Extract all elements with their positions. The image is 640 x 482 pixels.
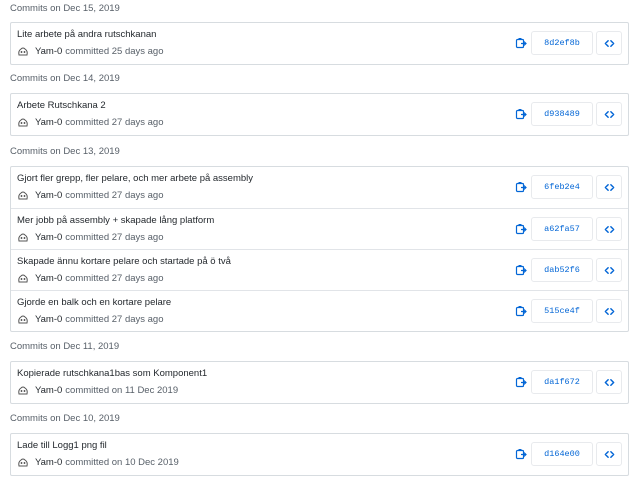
author-link[interactable]: Yam-0 [35,46,62,57]
commit-sha-button[interactable]: 8d2ef8b [531,31,593,55]
commit-group-header: Commits on Dec 11, 2019 [10,341,120,352]
commit-time: committed 25 days ago [65,46,164,57]
author-link[interactable]: Yam-0 [35,117,62,128]
clipboard-icon[interactable] [515,304,527,317]
code-icon [604,109,615,120]
commit-row: Skapade ännu kortare pelare och startade… [11,249,628,290]
browse-repo-button[interactable] [596,370,622,394]
commit-sha-button[interactable]: 6feb2e4 [531,175,593,199]
identicon-avatar[interactable] [17,116,29,129]
commit-meta: Yam-0 committed 25 days ago [17,45,164,58]
commit-time: committed 27 days ago [65,314,164,325]
commit-message-link[interactable]: Mer jobb på assembly + skapade lång plat… [17,215,214,226]
code-icon [604,182,615,193]
code-icon [604,377,615,388]
commit-sha-button[interactable]: da1f672 [531,370,593,394]
commit-sha-button[interactable]: dab52f6 [531,258,593,282]
author-link[interactable]: Yam-0 [35,190,62,201]
commit-row: Mer jobb på assembly + skapade lång plat… [11,208,628,249]
commit-group-header: Commits on Dec 10, 2019 [10,413,120,424]
clipboard-icon[interactable] [515,180,527,193]
commit-group: Lade till Logg1 png fil Yam-0 committed on… [10,433,629,476]
commit-message-link[interactable]: Arbete Rutschkana 2 [17,100,106,111]
commit-sha-button[interactable]: a62fa57 [531,217,593,241]
author-link[interactable]: Yam-0 [35,457,62,468]
commit-group: Lite arbete på andra rutschkanan Yam-0 com… [10,22,629,65]
commit-message-link[interactable]: Skapade ännu kortare pelare och startade… [17,256,231,267]
commit-group-header: Commits on Dec 14, 2019 [10,73,120,84]
commit-time: committed 27 days ago [65,190,164,201]
commit-meta: Yam-0 committed on 10 Dec 2019 [17,456,179,469]
author-link[interactable]: Yam-0 [35,273,62,284]
commit-row: Lite arbete på andra rutschkanan Yam-0 com… [11,23,628,64]
code-icon [604,265,615,276]
identicon-avatar[interactable] [17,189,29,202]
clipboard-icon[interactable] [515,375,527,388]
commit-time: committed on 11 Dec 2019 [65,385,179,396]
commit-group: Arbete Rutschkana 2 Yam-0 committed 27 day… [10,93,629,136]
commit-message-link[interactable]: Lite arbete på andra rutschkanan [17,29,156,40]
clipboard-icon[interactable] [515,107,527,120]
identicon-avatar[interactable] [17,45,29,58]
browse-repo-button[interactable] [596,442,622,466]
commit-time: committed 27 days ago [65,117,164,128]
code-icon [604,224,615,235]
clipboard-icon[interactable] [515,447,527,460]
author-link[interactable]: Yam-0 [35,385,62,396]
commit-sha-button[interactable]: d164e00 [531,442,593,466]
commit-meta: Yam-0 committed 27 days ago [17,116,164,129]
browse-repo-button[interactable] [596,102,622,126]
commit-meta: Yam-0 committed 27 days ago [17,231,164,244]
commit-time: committed 27 days ago [65,273,164,284]
identicon-avatar[interactable] [17,384,29,397]
commit-meta: Yam-0 committed 27 days ago [17,313,164,326]
commit-time: committed 27 days ago [65,232,164,243]
commit-row: Lade till Logg1 png fil Yam-0 committed on… [11,434,628,475]
browse-repo-button[interactable] [596,217,622,241]
browse-repo-button[interactable] [596,258,622,282]
commit-message-link[interactable]: Lade till Logg1 png fil [17,440,107,451]
author-link[interactable]: Yam-0 [35,232,62,243]
code-icon [604,449,615,460]
clipboard-icon[interactable] [515,222,527,235]
commit-meta: Yam-0 committed 27 days ago [17,272,164,285]
commit-row: Gjorde en balk och en kortare pelare Yam-… [11,290,628,331]
commit-meta: Yam-0 committed on 11 Dec 2019 [17,384,178,397]
clipboard-icon[interactable] [515,36,527,49]
commit-message-link[interactable]: Gjort fler grepp, fler pelare, och mer a… [17,173,253,184]
commit-row: Arbete Rutschkana 2 Yam-0 committed 27 day… [11,94,628,135]
clipboard-icon[interactable] [515,263,527,276]
browse-repo-button[interactable] [596,31,622,55]
commit-group-header: Commits on Dec 13, 2019 [10,146,120,157]
code-icon [604,306,615,317]
commit-meta: Yam-0 committed 27 days ago [17,189,164,202]
commit-row: Gjort fler grepp, fler pelare, och mer a… [11,167,628,208]
commit-sha-button[interactable]: d938489 [531,102,593,126]
commit-group-header: Commits on Dec 15, 2019 [10,3,120,14]
identicon-avatar[interactable] [17,272,29,285]
commit-message-link[interactable]: Gjorde en balk och en kortare pelare [17,297,171,308]
commit-time: committed on 10 Dec 2019 [65,457,179,468]
identicon-avatar[interactable] [17,231,29,244]
identicon-avatar[interactable] [17,313,29,326]
commit-message-link[interactable]: Kopierade rutschkana1bas som Komponent1 [17,368,207,379]
commit-group: Kopierade rutschkana1bas som Komponent1 Y… [10,361,629,404]
browse-repo-button[interactable] [596,175,622,199]
commit-row: Kopierade rutschkana1bas som Komponent1 Y… [11,362,628,403]
identicon-avatar[interactable] [17,456,29,469]
author-link[interactable]: Yam-0 [35,314,62,325]
code-icon [604,38,615,49]
commit-group: Gjort fler grepp, fler pelare, och mer a… [10,166,629,332]
browse-repo-button[interactable] [596,299,622,323]
commit-sha-button[interactable]: 515ce4f [531,299,593,323]
